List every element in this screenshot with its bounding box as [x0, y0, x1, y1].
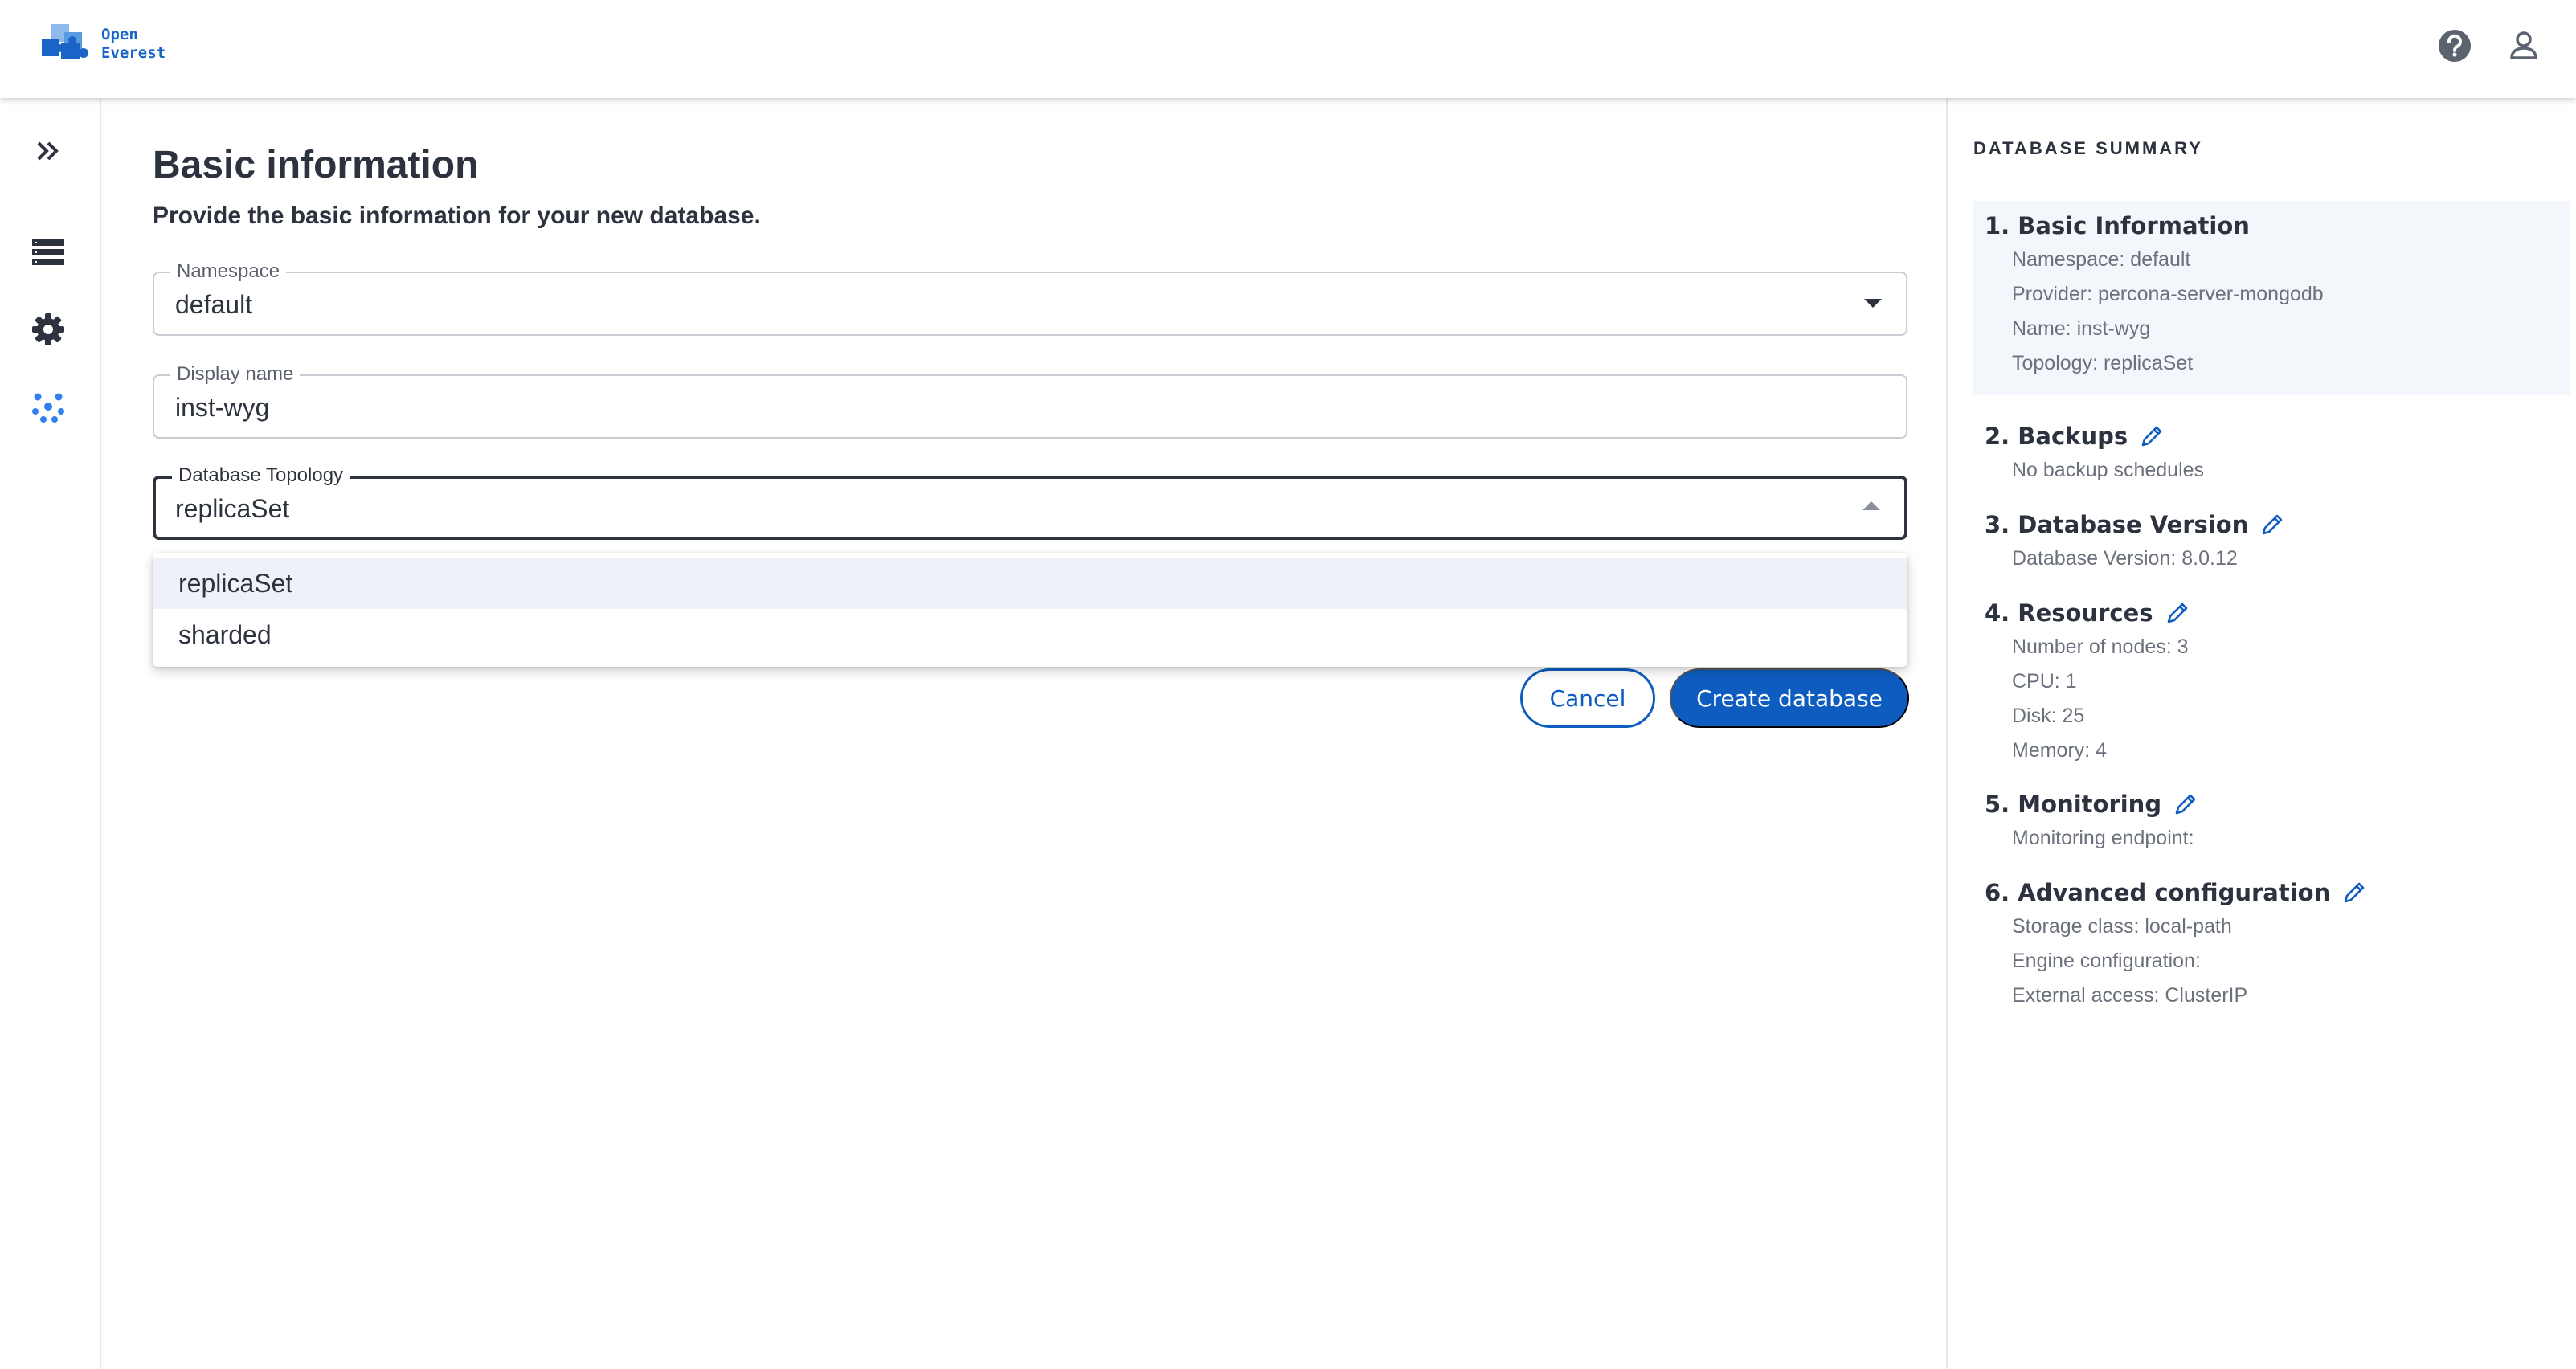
summary-section-database-version: 3. Database Version Database Version: 8.…	[1973, 508, 2570, 576]
open-everest-logo[interactable]: Open Everest	[40, 21, 166, 67]
database-summary-panel: DATABASE SUMMARY 1. Basic Information Na…	[1946, 98, 2576, 1369]
user-account-icon[interactable]	[2504, 26, 2544, 66]
summary-section-basic-information: 1. Basic Information Namespace: default …	[1973, 201, 2570, 395]
puzzle-logo-icon	[40, 21, 93, 67]
summary-line: Engine configuration:	[2012, 950, 2201, 972]
page-subtitle: Provide the basic information for your n…	[153, 202, 761, 229]
create-database-button[interactable]: Create database	[1670, 668, 1909, 728]
summary-section-title: 5. Monitoring	[1985, 787, 2570, 821]
display-name-value: inst-wyg	[175, 393, 270, 422]
topology-dropdown-menu: replicaSet sharded	[153, 553, 1907, 667]
summary-section-title: 4. Resources	[1985, 596, 2570, 630]
summary-section-advanced-configuration: 6. Advanced configuration Storage class:…	[1973, 876, 2570, 1013]
summary-section-backups: 2. Backups No backup schedules	[1973, 419, 2570, 488]
display-name-input[interactable]: Display name inst-wyg	[153, 363, 1907, 439]
summary-section-title: 2. Backups	[1985, 419, 2570, 453]
summary-section-title: 3. Database Version	[1985, 508, 2570, 541]
page-title: Basic information	[153, 144, 479, 186]
summary-heading: DATABASE SUMMARY	[1973, 138, 2203, 158]
summary-section-title-text: 4. Resources	[1985, 599, 2153, 627]
namespace-value: default	[175, 290, 253, 319]
topology-option-sharded[interactable]: sharded	[153, 609, 1907, 660]
help-circle-icon[interactable]	[2435, 26, 2475, 66]
summary-line: Disk: 25	[2012, 705, 2085, 727]
side-navigation	[0, 98, 101, 1369]
display-name-label: Display name	[170, 363, 301, 386]
database-topology-select[interactable]: Database Topology replicaSet	[153, 464, 1907, 540]
edit-pencil-icon[interactable]	[2341, 880, 2367, 905]
logo-text-everest: Everest	[101, 43, 166, 62]
chevron-down-icon[interactable]	[1864, 299, 1882, 308]
edit-pencil-icon[interactable]	[2139, 423, 2165, 449]
summary-section-title: 6. Advanced configuration	[1985, 876, 2570, 909]
edit-pencil-icon[interactable]	[2165, 600, 2190, 626]
summary-line: Name: inst-wyg	[2012, 317, 2151, 340]
dots-cluster-icon[interactable]	[29, 387, 67, 426]
form-actions: Cancel Create database	[1520, 668, 1909, 728]
summary-line: Database Version: 8.0.12	[2012, 547, 2238, 570]
summary-section-title-text: 2. Backups	[1985, 423, 2128, 450]
summary-line: Namespace: default	[2012, 248, 2191, 271]
topology-option-replicaset[interactable]: replicaSet	[153, 558, 1907, 609]
database-topology-label: Database Topology	[172, 464, 350, 487]
database-list-icon[interactable]	[29, 233, 67, 272]
edit-pencil-icon[interactable]	[2259, 512, 2285, 537]
summary-section-title: 1. Basic Information	[1985, 212, 2250, 239]
chevron-up-icon[interactable]	[1862, 501, 1880, 510]
summary-line: Storage class: local-path	[2012, 915, 2232, 938]
summary-line: External access: ClusterIP	[2012, 984, 2248, 1007]
cancel-button[interactable]: Cancel	[1520, 668, 1655, 728]
summary-section-title-text: 5. Monitoring	[1985, 791, 2162, 818]
summary-line: Number of nodes: 3	[2012, 635, 2189, 658]
summary-section-title-text: 3. Database Version	[1985, 511, 2249, 538]
summary-section-title-text: 6. Advanced configuration	[1985, 879, 2331, 906]
summary-line: No backup schedules	[2012, 459, 2205, 481]
summary-line: Memory: 4	[2012, 739, 2108, 762]
double-chevron-right-icon[interactable]	[29, 132, 67, 170]
summary-section-monitoring: 5. Monitoring Monitoring endpoint:	[1973, 787, 2570, 856]
logo-wordmark: Open Everest	[101, 26, 166, 63]
summary-section-resources: 4. Resources Number of nodes: 3 CPU: 1 D…	[1973, 596, 2570, 768]
top-app-bar: Open Everest	[0, 0, 2576, 98]
summary-line: Topology: replicaSet	[2012, 352, 2194, 374]
namespace-label: Namespace	[170, 260, 287, 283]
logo-text-open: Open	[101, 25, 138, 43]
summary-line: Provider: percona-server-mongodb	[2012, 283, 2324, 305]
summary-line: CPU: 1	[2012, 670, 2077, 693]
summary-line: Monitoring endpoint:	[2012, 827, 2194, 849]
namespace-select[interactable]: Namespace default	[153, 260, 1907, 336]
gear-icon[interactable]	[29, 310, 67, 349]
database-topology-value: replicaSet	[175, 494, 290, 523]
edit-pencil-icon[interactable]	[2173, 791, 2198, 817]
